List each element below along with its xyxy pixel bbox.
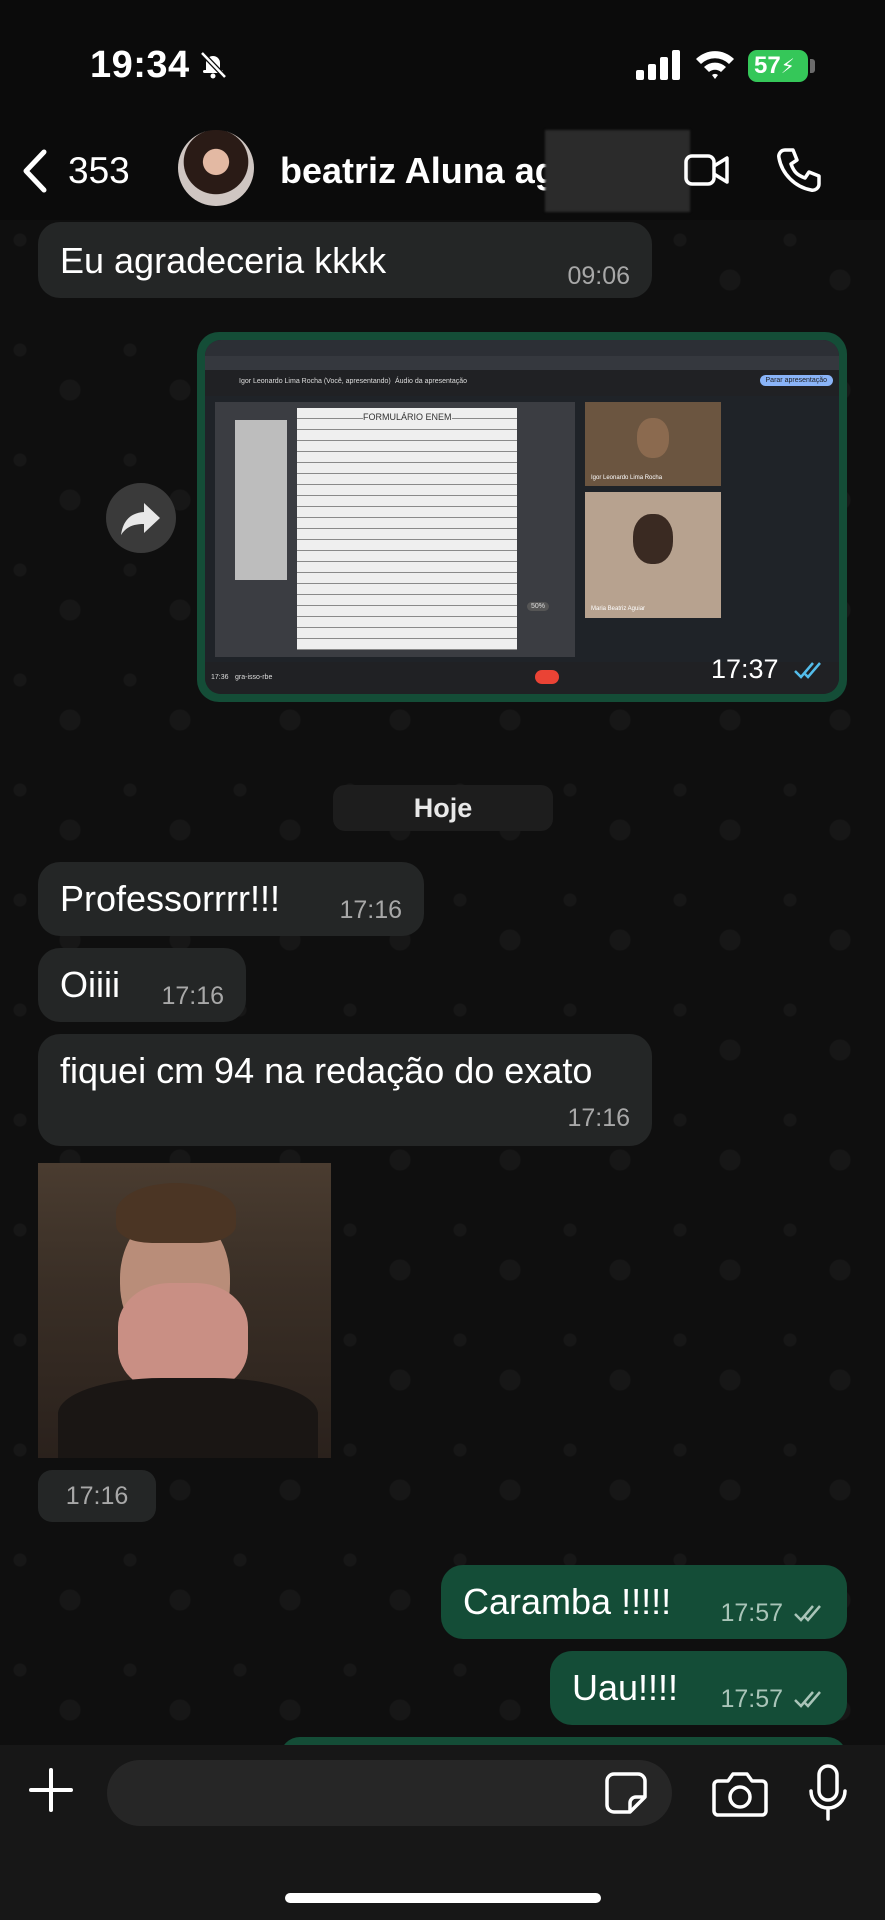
end-call-icon <box>535 670 559 684</box>
wifi-icon <box>696 51 734 79</box>
message-bubble[interactable]: Professorrrr!!! 17:16 <box>38 862 424 936</box>
date-separator: Hoje <box>333 785 553 831</box>
message-text: Professorrrr!!! <box>60 878 281 919</box>
screenshot-image: Igor Leonardo Lima Rocha (Você, apresent… <box>205 340 839 694</box>
composer-bar <box>0 1745 885 1920</box>
message-text: fiquei cm 94 na redação do exato <box>60 1050 593 1091</box>
meet-clock: 17:36 <box>211 674 229 681</box>
microphone-icon[interactable] <box>806 1763 850 1823</box>
bell-off-icon <box>200 51 227 79</box>
back-chevron-icon[interactable] <box>18 148 52 194</box>
delivered-ticks-icon <box>794 1605 821 1622</box>
participant-face <box>637 418 669 458</box>
message-text: Oiiii <box>60 964 120 1005</box>
video-call-icon[interactable] <box>684 150 730 190</box>
status-bar: 19:34 57⚡ <box>0 0 885 120</box>
browser-tabbar <box>205 340 839 356</box>
contact-name[interactable]: beatriz Aluna ag <box>280 150 557 192</box>
message-bubble-outgoing[interactable]: Uau!!!! 17:57 <box>550 1651 847 1725</box>
camera-icon[interactable] <box>712 1769 768 1819</box>
avatar[interactable] <box>178 130 254 206</box>
message-time: 17:16 <box>339 896 402 924</box>
gif-time: 17:16 <box>38 1470 156 1522</box>
meet-topbar: Igor Leonardo Lima Rocha (Você, apresent… <box>205 370 839 396</box>
essay-page: FORMULÁRIO ENEM <box>297 408 517 650</box>
message-time: 17:16 <box>161 982 224 1010</box>
forward-icon <box>121 503 160 535</box>
status-time: 19:34 <box>90 44 190 86</box>
participant-face <box>633 514 673 564</box>
gif-hair <box>116 1183 236 1243</box>
battery-indicator: 57⚡ <box>748 50 808 82</box>
gif-shirt <box>58 1378 318 1458</box>
back-unread-count[interactable]: 353 <box>68 150 130 192</box>
message-time: 17:57 <box>720 1599 783 1627</box>
participant-name: Igor Leonardo Lima Rocha <box>591 475 663 481</box>
stop-presenting-button: Parar apresentação <box>759 375 833 386</box>
image-message[interactable]: Igor Leonardo Lima Rocha (Você, apresent… <box>197 332 847 702</box>
message-time: 09:06 <box>567 262 630 290</box>
message-bubble[interactable]: fiquei cm 94 na redação do exato 17:16 <box>38 1034 652 1146</box>
meet-code: gra-isso-rbe <box>235 674 273 681</box>
participant-name: Maria Beatriz Aguiar <box>591 606 646 612</box>
message-bubble[interactable]: Eu agradeceria kkkk 09:06 <box>38 222 652 298</box>
signal-icon <box>636 50 680 80</box>
message-bubble-outgoing[interactable]: Caramba !!!!! 17:57 <box>441 1565 847 1639</box>
message-time: 17:57 <box>720 1685 783 1713</box>
forward-button[interactable] <box>106 483 176 553</box>
participant-tile: Igor Leonardo Lima Rocha <box>585 402 721 486</box>
presenter-label: Igor Leonardo Lima Rocha (Você, apresent… <box>239 378 391 385</box>
zoom-level: 50% <box>527 602 550 611</box>
essay-title: FORMULÁRIO ENEM <box>363 412 452 422</box>
chat-header: 353 beatriz Aluna ag <box>0 120 885 220</box>
redacted-area <box>545 130 690 212</box>
shared-screen: FORMULÁRIO ENEM 50% <box>215 402 575 657</box>
battery-cap <box>810 59 815 73</box>
read-ticks-icon <box>794 662 821 679</box>
sticker-icon[interactable] <box>604 1771 648 1815</box>
delivered-ticks-icon <box>794 1691 821 1708</box>
message-text: Eu agradeceria kkkk <box>60 240 387 281</box>
battery-level: 57 <box>754 52 781 79</box>
phone-call-icon[interactable] <box>775 146 823 194</box>
message-text: Caramba !!!!! <box>463 1581 672 1622</box>
gif-hands <box>118 1283 248 1393</box>
message-time: 17:16 <box>567 1104 630 1132</box>
image-time: 17:37 <box>711 654 779 684</box>
audio-label: Áudio da apresentação <box>395 378 467 385</box>
message-input[interactable] <box>107 1760 672 1826</box>
message-bubble[interactable]: Oiiii 17:16 <box>38 948 246 1022</box>
home-indicator[interactable] <box>285 1893 601 1903</box>
doc-left-page <box>235 420 287 580</box>
participant-tile: Maria Beatriz Aguiar <box>585 492 721 618</box>
plus-icon[interactable] <box>28 1767 74 1813</box>
gif-message[interactable] <box>38 1163 331 1458</box>
message-text: Uau!!!! <box>572 1667 679 1708</box>
browser-urlbar <box>205 356 839 370</box>
charging-icon: ⚡ <box>780 56 795 78</box>
